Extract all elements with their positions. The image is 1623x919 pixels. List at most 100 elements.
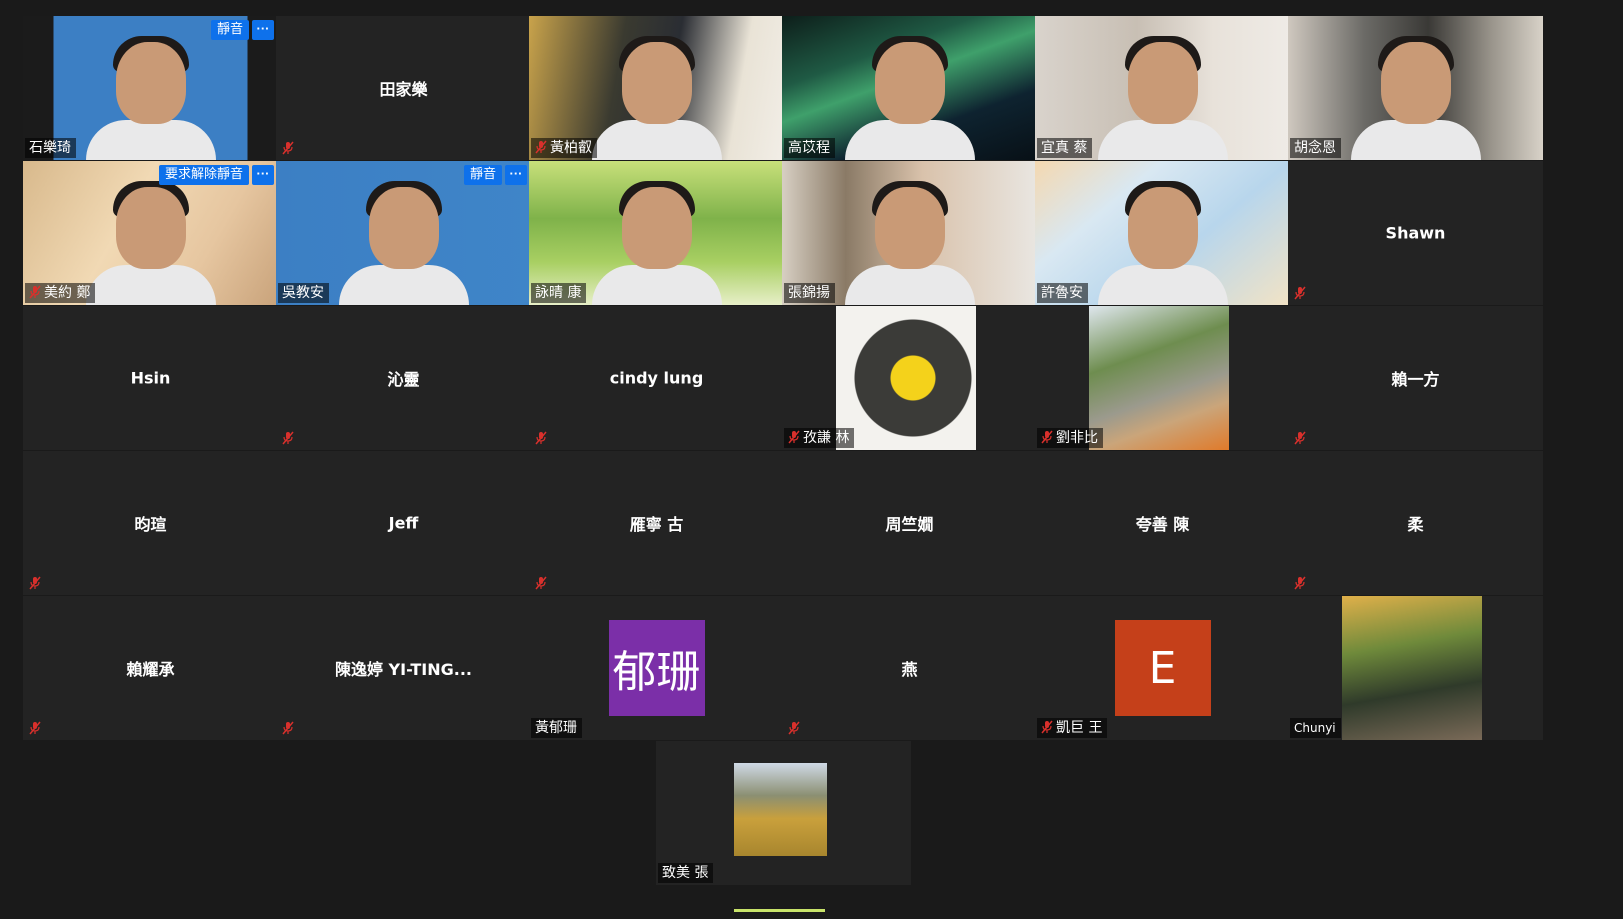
participant-name-text: 孜謙 林: [803, 430, 850, 446]
more-options-icon[interactable]: ···: [252, 165, 274, 185]
participant-tile-柔[interactable]: 柔: [1288, 451, 1543, 595]
participant-name-text: 劉非比: [1056, 430, 1098, 446]
mic-muted-icon: [1294, 576, 1306, 590]
mic-muted-icon: [29, 285, 41, 299]
participant-tile-周竺嫺[interactable]: 周竺嫺: [782, 451, 1037, 595]
participant-tile-詠晴-康[interactable]: 詠晴 康: [529, 161, 784, 305]
participant-tile-宜真-蔡[interactable]: 宜真 蔡: [1035, 16, 1290, 160]
participant-tile-hsin[interactable]: Hsin: [23, 306, 278, 450]
profile-picture: [1089, 306, 1229, 450]
mic-muted-icon: [1294, 286, 1306, 300]
torso: [338, 265, 469, 305]
person-silhouette: [115, 41, 186, 124]
person-silhouette: [621, 41, 692, 124]
participant-name: Shawn: [1385, 223, 1446, 243]
participant-tile-孜謙-林[interactable]: 孜謙 林: [782, 306, 1037, 450]
participant-name-label: 吳教安: [278, 283, 329, 303]
participant-name-label: 黃柏叡: [531, 138, 597, 158]
participant-name-label: 劉非比: [1037, 428, 1103, 448]
person-silhouette: [115, 186, 186, 269]
participant-name: 沁靈: [387, 370, 420, 389]
mic-muted-icon: [1041, 720, 1053, 734]
participant-name-text: 黃柏叡: [550, 140, 592, 156]
more-options-icon[interactable]: ···: [505, 165, 527, 185]
profile-picture: [734, 763, 827, 856]
participant-name-label: 黃郁珊: [531, 718, 582, 738]
torso: [1097, 265, 1228, 305]
participant-name: 燕: [901, 660, 918, 679]
torso: [844, 120, 975, 160]
mic-muted-icon: [29, 576, 41, 590]
participant-name: Hsin: [130, 368, 171, 388]
participant-name-label: Chunyi: [1290, 718, 1341, 738]
torso: [591, 120, 722, 160]
participant-avatar: E: [1114, 620, 1211, 716]
participant-tile-燕[interactable]: 燕: [782, 596, 1037, 740]
participant-tile-凱巨-王[interactable]: E 凱巨 王: [1035, 596, 1290, 740]
participant-name-label: 許魯安: [1037, 283, 1088, 303]
participant-tile-黃柏叡[interactable]: 黃柏叡: [529, 16, 784, 160]
participant-tile-雁寧-古[interactable]: 雁寧 古: [529, 451, 784, 595]
participant-tile-美約-鄭[interactable]: 美約 鄭 要求解除靜音 ···: [23, 161, 278, 305]
participant-tile-高苡程[interactable]: 高苡程: [782, 16, 1037, 160]
participant-tile-cindy-lung[interactable]: cindy lung: [529, 306, 784, 450]
ask-unmute-button[interactable]: 要求解除靜音: [158, 165, 249, 185]
mute-button[interactable]: 靜音: [210, 20, 249, 40]
participant-name-label: 孜謙 林: [784, 428, 855, 448]
participant-name-label: 美約 鄭: [25, 283, 96, 303]
mic-muted-icon: [282, 431, 294, 445]
participant-name-text: 張錦揚: [788, 285, 830, 301]
participant-tile-陳逸婷-yi-ting[interactable]: 陳逸婷 YI-TING...: [276, 596, 531, 740]
participant-tile-許魯安[interactable]: 許魯安: [1035, 161, 1290, 305]
mic-muted-icon: [1041, 430, 1053, 444]
participant-tile-賴一方[interactable]: 賴一方: [1288, 306, 1543, 450]
participant-tile-田家樂[interactable]: 田家樂: [276, 16, 531, 160]
participant-name-label: 張錦揚: [784, 283, 835, 303]
profile-picture: [836, 306, 976, 450]
participant-tile-劉非比[interactable]: 劉非比: [1035, 306, 1290, 450]
participant-tile-黃郁珊[interactable]: 郁珊 黃郁珊: [529, 596, 784, 740]
participant-tile-jeff[interactable]: Jeff: [276, 451, 531, 595]
participant-name: 賴一方: [1391, 370, 1440, 389]
participant-tile-石樂琦[interactable]: 石樂琦 靜音 ···: [23, 16, 278, 160]
participant-tile-胡念恩[interactable]: 胡念恩: [1288, 16, 1543, 160]
participant-tile-賴耀承[interactable]: 賴耀承: [23, 596, 278, 740]
gallery-grid: 石樂琦 靜音 ··· 田家樂 黃柏叡 高苡程 宜真 蔡胡念恩 美約 鄭要求解除靜音 ··· 吳教安…: [0, 0, 1623, 919]
mic-muted-icon: [788, 430, 800, 444]
participant-name-text: Chunyi: [1294, 721, 1336, 735]
participant-name-label: 致美 張: [658, 863, 714, 883]
participant-tile-張錦揚[interactable]: 張錦揚: [782, 161, 1037, 305]
participant-name: Jeff: [388, 513, 419, 533]
mic-muted-icon: [535, 140, 547, 154]
tile-actions: 靜音 ···: [463, 165, 527, 185]
participant-tile-shawn[interactable]: Shawn: [1288, 161, 1543, 305]
participant-name-text: 許魯安: [1041, 285, 1083, 301]
tile-actions: 要求解除靜音 ···: [158, 165, 274, 185]
participant-tile-致美-張[interactable]: 致美 張: [656, 741, 911, 885]
participant-tile-夸善-陳[interactable]: 夸善 陳: [1035, 451, 1290, 595]
participant-name-text: 吳教安: [282, 285, 324, 301]
participant-name-text: 胡念恩: [1294, 140, 1336, 156]
participant-name: 柔: [1407, 515, 1424, 534]
mute-button[interactable]: 靜音: [463, 165, 502, 185]
torso: [1350, 120, 1481, 160]
person-silhouette: [621, 186, 692, 269]
torso: [844, 265, 975, 305]
participant-tile-吳教安[interactable]: 吳教安 靜音 ···: [276, 161, 531, 305]
participant-name: 周竺嫺: [885, 515, 934, 534]
participant-tile-chunyi[interactable]: Chunyi: [1288, 596, 1543, 740]
participant-name-label: 詠晴 康: [531, 283, 587, 303]
mic-muted-icon: [535, 576, 547, 590]
participant-name-text: 宜真 蔡: [1041, 140, 1088, 156]
participant-name-text: 石樂琦: [29, 140, 71, 156]
participant-tile-沁靈[interactable]: 沁靈: [276, 306, 531, 450]
participant-name: 雁寧 古: [629, 515, 684, 534]
torso: [1097, 120, 1228, 160]
participant-name-text: 致美 張: [662, 865, 709, 881]
participant-name-label: 石樂琦: [25, 138, 76, 158]
participant-name: 夸善 陳: [1135, 515, 1190, 534]
mic-muted-icon: [788, 721, 800, 735]
more-options-icon[interactable]: ···: [252, 20, 274, 40]
participant-name-text: 高苡程: [788, 140, 830, 156]
participant-tile-昀瑄[interactable]: 昀瑄: [23, 451, 278, 595]
